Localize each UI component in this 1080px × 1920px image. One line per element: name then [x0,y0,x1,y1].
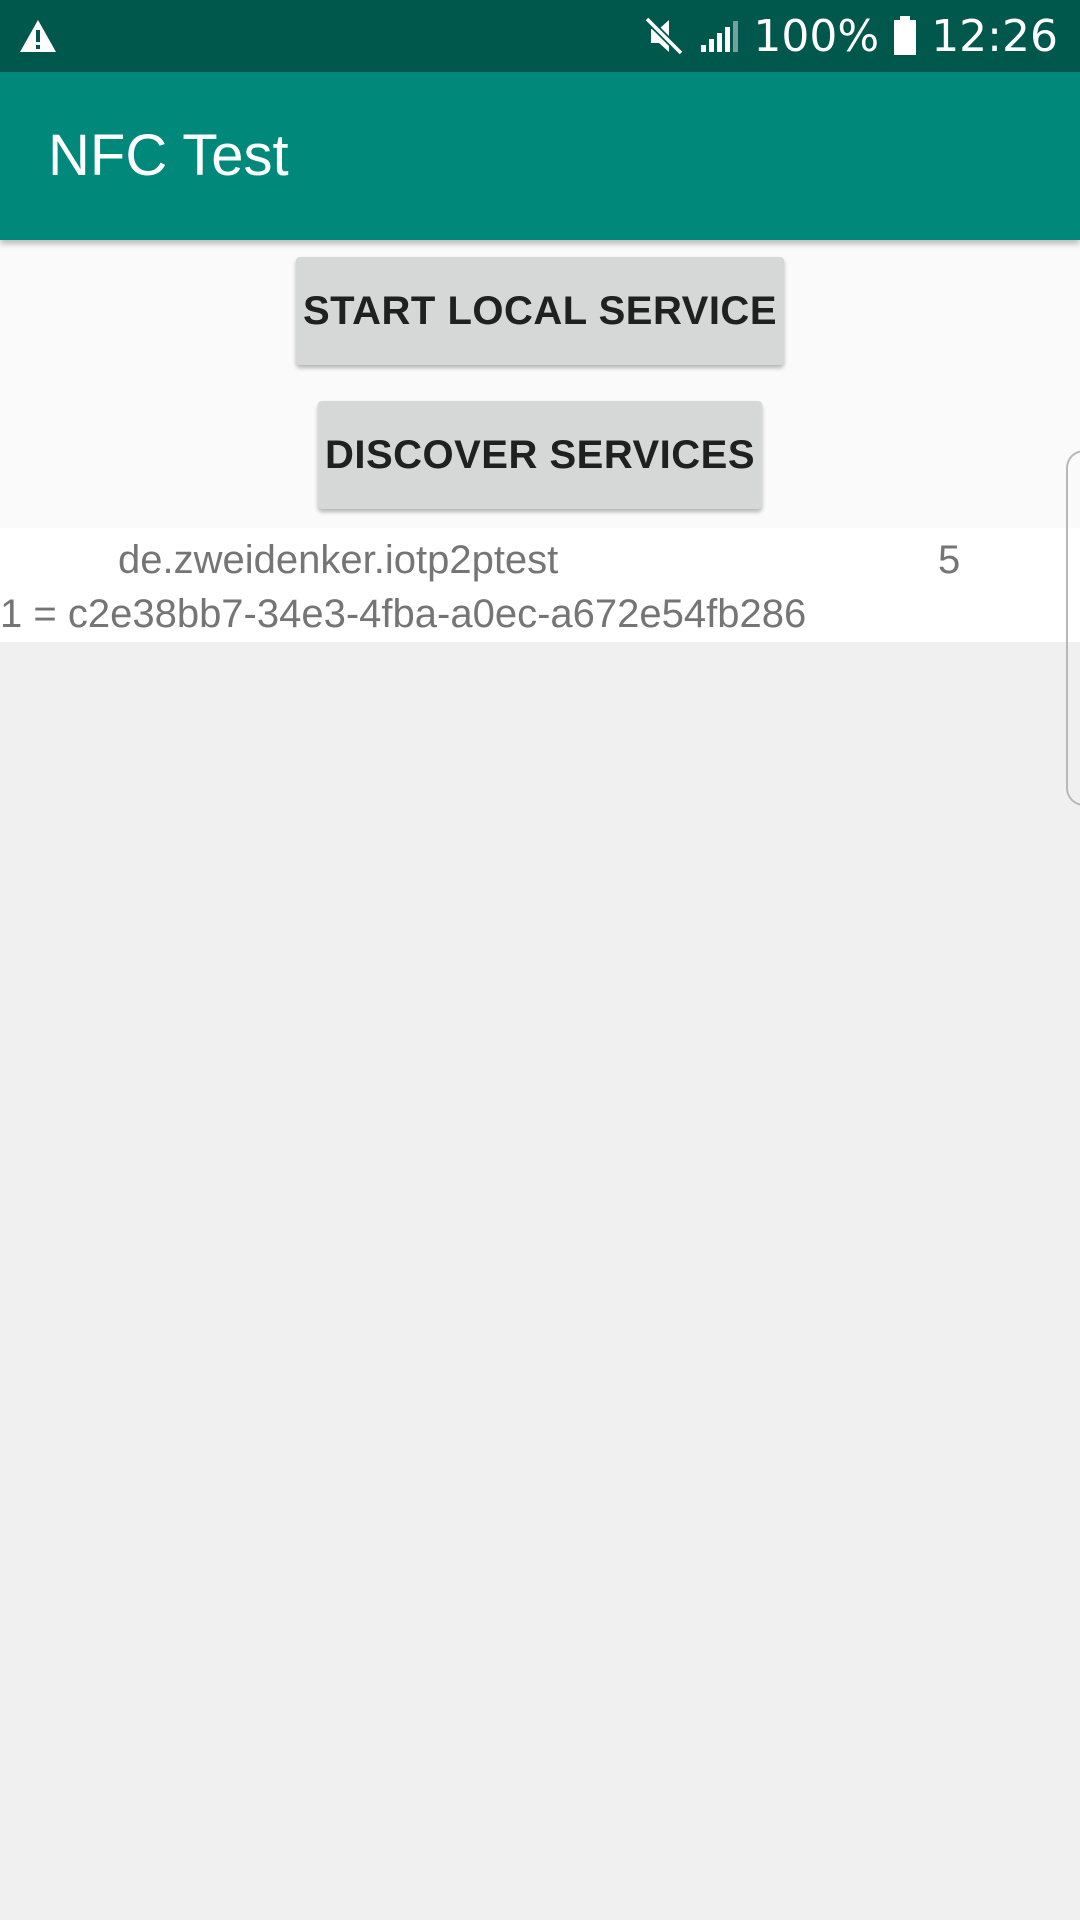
vibrate-mute-icon [644,16,684,56]
buttons-area: START LOCAL SERVICE DISCOVER SERVICES [0,240,1080,528]
list-item[interactable]: de.zweidenker.iotp2ptest 5 1 = c2e38bb7-… [0,528,1080,642]
edge-panel-handle[interactable] [1066,450,1080,806]
battery-percent: 100% [753,10,880,62]
cell-signal-icon [701,21,739,52]
service-name: de.zweidenker.iotp2ptest [118,538,559,582]
service-count: 5 [938,538,961,582]
battery-icon [894,16,917,55]
discover-services-button[interactable]: DISCOVER SERVICES [318,401,762,509]
app-title: NFC Test [48,123,289,188]
start-local-service-button[interactable]: START LOCAL SERVICE [296,257,784,365]
warning-triangle-icon [20,20,56,52]
status-bar: 100% 12:26 [0,0,1080,72]
status-time: 12:26 [931,10,1058,62]
service-detail: 1 = c2e38bb7-34e3-4fba-a0ec-a672e54fb286 [0,592,807,636]
app-bar: NFC Test [0,72,1080,240]
